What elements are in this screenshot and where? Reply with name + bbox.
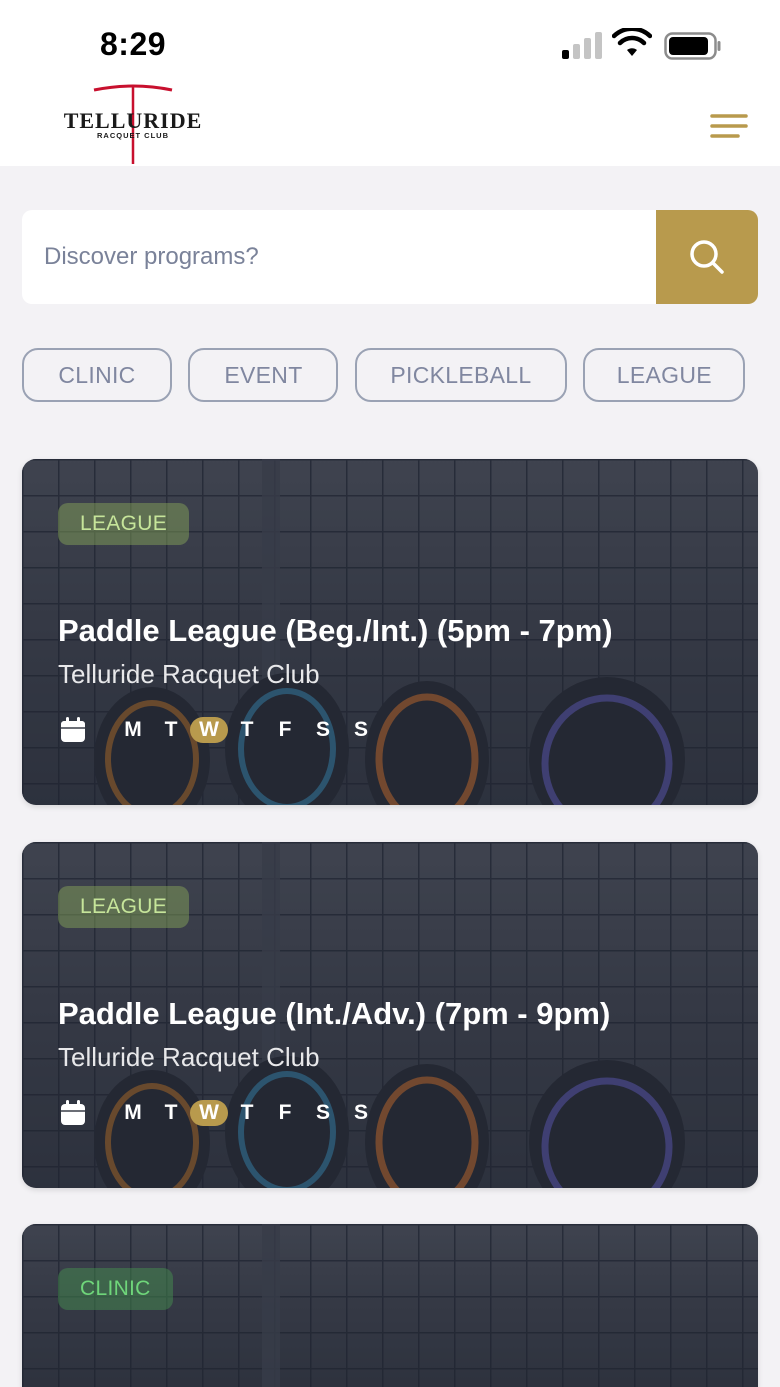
logo-subtext: RACQUET CLUB [97,131,169,140]
day-wednesday-active: W [190,1100,228,1126]
day-thursday: T [240,1101,254,1124]
battery-icon [664,32,721,60]
day-tuesday: T [164,1101,178,1124]
category-filter-chips: CLINIC EVENT PICKLEBALL LEAGUE [22,348,758,402]
day-monday: M [124,1101,142,1124]
weekday-schedule: M T W T F S S [60,715,380,745]
day-thursday: T [240,718,254,741]
status-bar: 8:29 [0,0,780,82]
chip-clinic[interactable]: CLINIC [22,348,172,402]
category-badge: CLINIC [58,1268,173,1310]
calendar-icon [61,1100,85,1125]
day-tuesday: T [164,718,178,741]
day-saturday: S [315,718,330,741]
category-badge: LEAGUE [58,503,189,545]
day-saturday: S [315,1101,330,1124]
status-time: 8:29 [100,26,167,62]
day-sunday: S [353,718,368,741]
program-card[interactable]: LEAGUE Paddle League (Beg./Int.) (5pm - … [22,459,758,805]
day-monday: M [124,718,142,741]
day-wednesday-active: W [190,717,228,743]
search-input[interactable] [22,210,656,304]
day-sunday: S [353,1101,368,1124]
search-button[interactable] [656,210,758,304]
chip-league[interactable]: LEAGUE [583,348,746,402]
day-friday: F [278,718,292,741]
program-card[interactable]: CLINIC [22,1224,758,1387]
logo-text: TELLURIDE [64,108,203,133]
app-header: TELLURIDE RACQUET CLUB [0,82,780,166]
program-location: Telluride Racquet Club [58,1042,320,1072]
wifi-icon [612,28,652,56]
calendar-icon [61,717,85,742]
program-location: Telluride Racquet Club [58,659,320,689]
program-title: Paddle League (Beg./Int.) (5pm - 7pm) [58,613,613,648]
day-friday: F [278,1101,292,1124]
chip-pickleball[interactable]: PICKLEBALL [354,348,567,402]
program-card[interactable]: LEAGUE Paddle League (Int./Adv.) (7pm - … [22,842,758,1188]
telluride-logo[interactable]: TELLURIDE RACQUET CLUB [48,82,218,166]
chip-event[interactable]: EVENT [188,348,339,402]
search-bar [22,210,758,304]
cellular-signal-icon [562,32,602,59]
hamburger-icon[interactable] [704,110,752,142]
program-title: Paddle League (Int./Adv.) (7pm - 9pm) [58,996,611,1031]
weekday-schedule: M T W T F S S [60,1098,380,1128]
search-icon [690,240,724,274]
category-badge: LEAGUE [58,886,189,928]
